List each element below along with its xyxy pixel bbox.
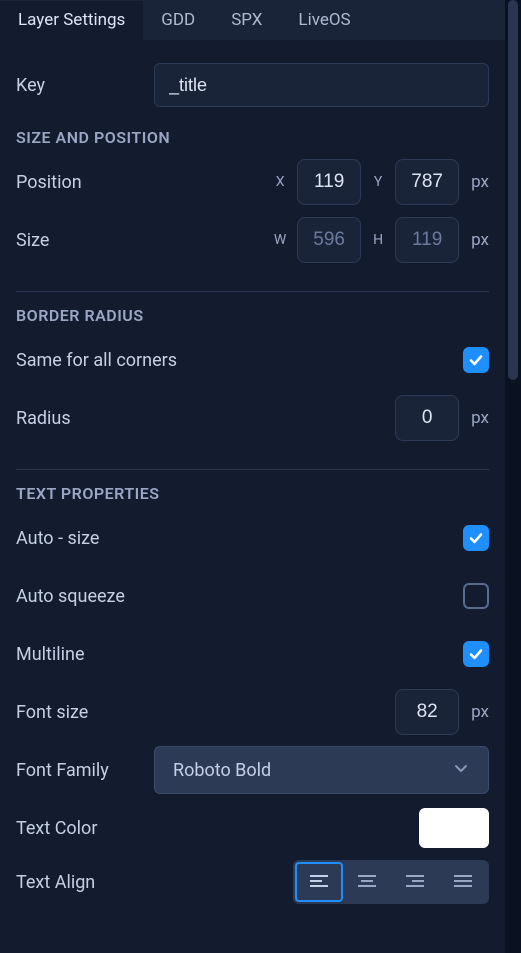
textalign-group [293, 860, 489, 904]
tab-bar: Layer Settings GDD SPX LiveOS [0, 0, 505, 40]
align-center-button[interactable] [343, 862, 391, 902]
key-input[interactable] [154, 63, 489, 107]
align-right-button[interactable] [391, 862, 439, 902]
x-axis-label: X [273, 174, 287, 190]
radius-row: Radius px [16, 389, 489, 447]
check-icon [468, 352, 484, 368]
align-left-button[interactable] [295, 862, 343, 902]
same-corners-checkbox[interactable] [463, 347, 489, 373]
fontsize-unit: px [471, 702, 489, 722]
section-size-position: SIZE AND POSITION [16, 128, 489, 147]
check-icon [468, 530, 484, 546]
fontsize-label: Font size [16, 702, 88, 723]
position-inputs: X Y px [273, 159, 489, 205]
section-text-properties: TEXT PROPERTIES [16, 484, 489, 503]
check-icon [468, 646, 484, 662]
size-row: Size W H px [16, 211, 489, 269]
textcolor-row: Text Color [16, 799, 489, 857]
position-unit: px [471, 172, 489, 192]
key-label: Key [16, 75, 45, 96]
tab-spx[interactable]: SPX [213, 0, 280, 40]
autosize-label: Auto - size [16, 528, 99, 549]
size-label: Size [16, 230, 49, 251]
radius-label: Radius [16, 408, 71, 429]
radius-unit: px [471, 408, 489, 428]
radius-inputs: px [395, 395, 489, 441]
tab-gdd[interactable]: GDD [143, 0, 213, 40]
autosize-row: Auto - size [16, 509, 489, 567]
h-axis-label: H [371, 232, 385, 248]
size-inputs: W H px [273, 217, 489, 263]
fontfamily-select[interactable]: Roboto Bold [154, 746, 489, 794]
autosqueeze-label: Auto squeeze [16, 586, 125, 607]
settings-panel: Layer Settings GDD SPX LiveOS Key SIZE A… [0, 0, 505, 953]
align-justify-button[interactable] [439, 862, 487, 902]
position-row: Position X Y px [16, 153, 489, 211]
fontfamily-label: Font Family [16, 760, 109, 781]
same-corners-row: Same for all corners [16, 331, 489, 389]
position-y-input[interactable] [395, 159, 459, 205]
fontsize-input[interactable] [395, 689, 459, 735]
align-left-icon [309, 874, 329, 890]
autosqueeze-row: Auto squeeze [16, 567, 489, 625]
size-h-input[interactable] [395, 217, 459, 263]
fontsize-row: Font size px [16, 683, 489, 741]
align-center-icon [357, 874, 377, 890]
multiline-row: Multiline [16, 625, 489, 683]
tab-liveos[interactable]: LiveOS [280, 0, 368, 40]
radius-input[interactable] [395, 395, 459, 441]
divider-1 [16, 291, 489, 292]
fontfamily-row: Font Family Roboto Bold [16, 741, 489, 799]
align-justify-icon [453, 874, 473, 890]
scrollbar-thumb[interactable] [508, 0, 518, 380]
multiline-checkbox[interactable] [463, 641, 489, 667]
key-row: Key [16, 56, 489, 114]
y-axis-label: Y [371, 174, 385, 190]
section-border-radius: BORDER RADIUS [16, 306, 489, 325]
scrollbar[interactable] [505, 0, 521, 953]
size-w-input[interactable] [297, 217, 361, 263]
size-unit: px [471, 230, 489, 250]
tab-layer-settings[interactable]: Layer Settings [0, 1, 143, 41]
textalign-row: Text Align [16, 857, 489, 907]
fontfamily-value: Roboto Bold [173, 760, 271, 781]
textalign-label: Text Align [16, 872, 95, 893]
position-x-input[interactable] [297, 159, 361, 205]
autosqueeze-checkbox[interactable] [463, 583, 489, 609]
textcolor-label: Text Color [16, 818, 97, 839]
divider-2 [16, 469, 489, 470]
fontsize-inputs: px [395, 689, 489, 735]
align-right-icon [405, 874, 425, 890]
chevron-down-icon [452, 759, 470, 782]
panel-content: Key SIZE AND POSITION Position X Y px Si… [0, 40, 505, 907]
multiline-label: Multiline [16, 644, 85, 665]
position-label: Position [16, 172, 82, 193]
same-corners-label: Same for all corners [16, 350, 177, 371]
textcolor-swatch[interactable] [419, 808, 489, 848]
w-axis-label: W [273, 232, 287, 248]
autosize-checkbox[interactable] [463, 525, 489, 551]
